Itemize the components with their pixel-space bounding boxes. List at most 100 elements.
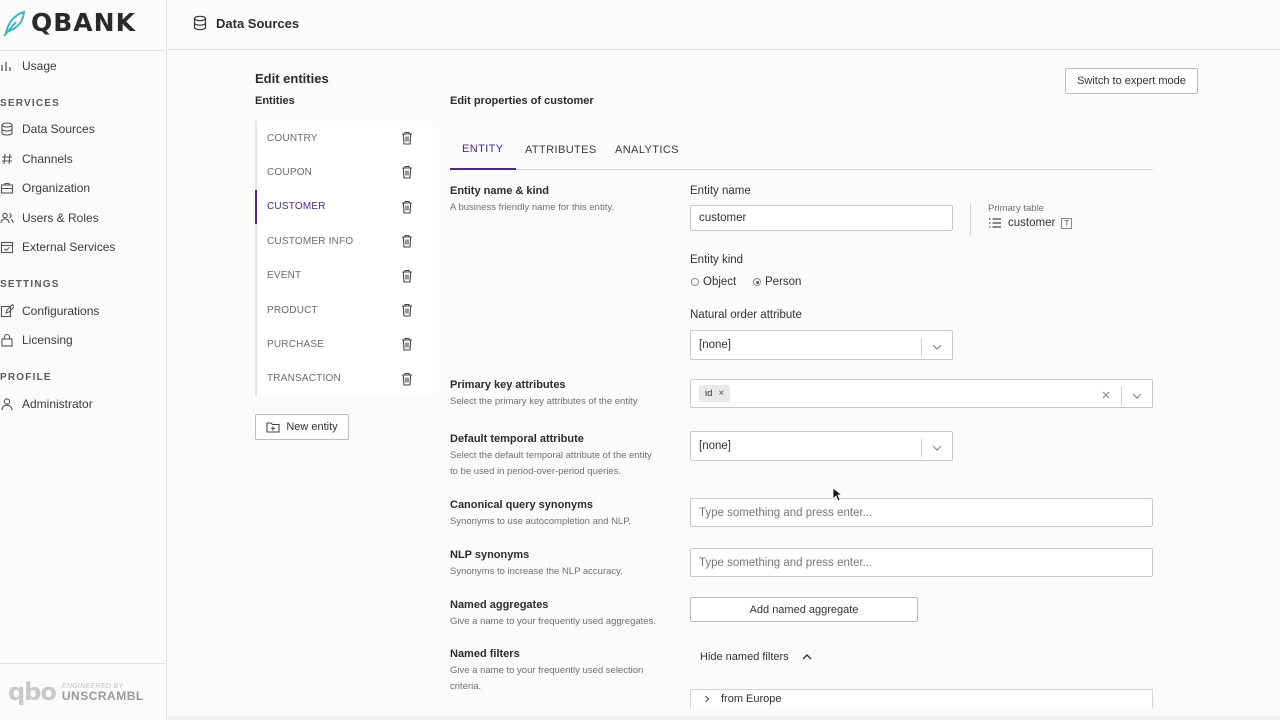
sidebar-item-usage[interactable]: Usage <box>0 55 57 77</box>
entity-item-country[interactable]: COUNTRY <box>255 121 433 156</box>
sidebar-item-label: Users & Roles <box>22 211 99 225</box>
bottom-edge <box>168 716 1280 720</box>
select-separator <box>1121 387 1122 405</box>
canonical-synonyms-input[interactable]: Type something and press enter... <box>690 498 1153 527</box>
entity-label: COUPON <box>267 167 313 179</box>
page-header-title: Data Sources <box>192 15 299 31</box>
radio-circle-selected <box>753 278 761 286</box>
editor-title: Edit properties of customer <box>450 95 594 107</box>
section-title-nlp: NLP synonyms <box>450 549 530 561</box>
sidebar-item-label: Usage <box>22 59 57 73</box>
entity-item-customer-info[interactable]: CUSTOMER INFO <box>255 224 433 259</box>
section-title-canonical: Canonical query synonyms <box>450 499 594 511</box>
feather-logo-icon <box>3 10 26 37</box>
table-type-badge: T <box>1061 217 1073 229</box>
entity-item-product[interactable]: PRODUCT <box>255 292 433 328</box>
temporal-attribute-select[interactable]: [none] <box>690 431 953 461</box>
trash-icon[interactable] <box>401 372 413 386</box>
sidebar: QBANK Usage SERVICES Data Sources Channe… <box>0 0 167 720</box>
section-title-name-kind: Entity name & kind <box>450 185 550 197</box>
entity-item-event[interactable]: EVENT <box>255 258 433 293</box>
radio-label: Object <box>703 276 737 288</box>
natural-order-select[interactable]: [none] <box>690 330 953 360</box>
sidebar-item-label: Organization <box>22 181 91 195</box>
trash-icon[interactable] <box>401 165 413 179</box>
edit-icon <box>0 304 14 318</box>
entity-label: EVENT <box>267 270 302 282</box>
entity-label: TRANSACTION <box>267 373 341 385</box>
company-name: UNSCRAMBL <box>61 688 144 703</box>
sidebar-item-data-sources[interactable]: Data Sources <box>0 118 95 140</box>
tab-analytics[interactable]: ANALYTICS <box>615 130 679 170</box>
users-icon <box>0 212 14 224</box>
primary-key-multiselect[interactable] <box>690 379 1153 408</box>
section-title-filters: Named filters <box>450 648 520 660</box>
trash-icon[interactable] <box>401 303 413 317</box>
section-desc-nlp: Synonyms to increase the NLP accuracy. <box>450 566 623 577</box>
entity-item-transaction[interactable]: TRANSACTION <box>255 361 433 397</box>
entity-name-label: Entity name <box>690 185 751 197</box>
nlp-synonyms-input[interactable]: Type something and press enter... <box>690 548 1153 577</box>
hide-named-filters-toggle[interactable]: Hide named filters <box>700 651 813 663</box>
section-title-services: SERVICES <box>0 98 60 109</box>
trash-icon[interactable] <box>401 337 413 351</box>
trash-icon[interactable] <box>401 200 413 214</box>
database-icon <box>193 15 207 31</box>
chevron-down-icon <box>932 344 942 350</box>
mouse-cursor-icon <box>832 487 842 502</box>
sidebar-item-external-services[interactable]: External Services <box>0 236 115 258</box>
brand-logo[interactable]: QBANK <box>2 8 136 37</box>
radio-object[interactable]: Object <box>691 276 736 288</box>
section-desc-temporal: Select the default temporal attribute of… <box>450 450 652 477</box>
switch-expert-mode-button[interactable]: Switch to expert mode <box>1065 68 1198 94</box>
add-named-aggregate-button[interactable]: Add named aggregate <box>690 597 918 622</box>
trash-icon[interactable] <box>401 234 413 248</box>
editor-tabs: ENTITY ATTRIBUTES ANALYTICS <box>450 130 1153 170</box>
hash-icon <box>2 153 12 165</box>
sidebar-item-users-roles[interactable]: Users & Roles <box>0 207 99 229</box>
new-entity-label: New entity <box>286 421 338 433</box>
tab-attributes[interactable]: ATTRIBUTES <box>525 130 597 170</box>
clear-icon[interactable] <box>1100 389 1112 401</box>
select-separator <box>921 439 922 457</box>
chevron-up-icon <box>802 654 812 660</box>
calendar-check-icon <box>0 241 14 254</box>
hide-filters-label: Hide named filters <box>700 651 789 663</box>
entity-label: COUNTRY <box>267 132 318 144</box>
sidebar-item-configurations[interactable]: Configurations <box>0 300 99 322</box>
database-icon <box>1 122 13 136</box>
tab-entity[interactable]: ENTITY <box>450 130 516 170</box>
entity-item-purchase[interactable]: PURCHASE <box>255 327 433 362</box>
sidebar-item-licensing[interactable]: Licensing <box>0 329 73 351</box>
section-desc-canonical: Synonyms to use autocompletion and NLP. <box>450 516 631 527</box>
entity-label: CUSTOMER INFO <box>267 235 354 247</box>
radio-person[interactable]: Person <box>753 276 801 288</box>
entity-item-customer[interactable]: CUSTOMER <box>255 189 433 225</box>
sidebar-footer-divider <box>0 663 167 664</box>
section-desc-primary-key: Select the primary key attributes of the… <box>450 396 638 407</box>
sidebar-item-channels[interactable]: Channels <box>0 148 73 170</box>
trash-icon[interactable] <box>401 269 413 283</box>
section-desc-aggregates: Give a name to your frequently used aggr… <box>450 616 656 627</box>
chevron-down-icon <box>932 445 942 451</box>
tag-remove-icon[interactable]: × <box>718 388 724 399</box>
sidebar-item-administrator[interactable]: Administrator <box>0 393 93 415</box>
section-title-settings: SETTINGS <box>0 279 60 290</box>
new-entity-button[interactable]: New entity <box>255 414 349 440</box>
sidebar-item-label: Data Sources <box>22 122 95 136</box>
entity-name-input[interactable]: customer <box>690 205 953 231</box>
primary-key-tag: id × <box>699 385 731 402</box>
sidebar-item-label: Configurations <box>22 304 100 318</box>
section-title-temporal: Default temporal attribute <box>450 433 584 445</box>
header-title-text: Data Sources <box>216 15 300 31</box>
folder-plus-icon <box>266 422 280 433</box>
primary-table-label: Primary table <box>988 203 1044 214</box>
tag-label: id <box>705 388 713 399</box>
entity-item-coupon[interactable]: COUPON <box>255 155 433 190</box>
sidebar-item-organization[interactable]: Organization <box>0 177 90 199</box>
natural-order-label: Natural order attribute <box>690 309 802 321</box>
named-filter-item[interactable]: from Europe <box>690 689 1153 708</box>
brand-name: QBANK <box>31 8 136 37</box>
entity-label: PRODUCT <box>267 304 318 316</box>
trash-icon[interactable] <box>401 131 413 145</box>
